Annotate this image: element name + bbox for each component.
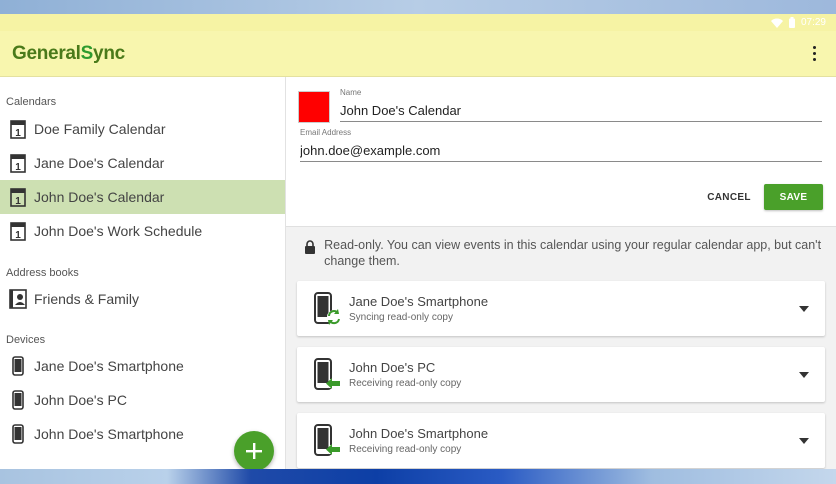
smartphone-icon <box>8 355 28 377</box>
sidebar-item-label: Friends & Family <box>34 291 140 307</box>
sidebar-item-john-doe-work-schedule[interactable]: 1 John Doe's Work Schedule <box>0 214 285 248</box>
status-time: 07:29 <box>800 17 826 28</box>
battery-icon <box>788 17 795 28</box>
lock-icon <box>304 237 316 269</box>
email-label: Email Address <box>300 128 352 137</box>
logo-text-s: S <box>80 42 94 64</box>
device-card-john-doe-pc[interactable]: John Doe's PC Receiving read-only copy <box>297 347 825 402</box>
desktop-wallpaper-top <box>0 0 836 14</box>
phone-sync-icon <box>313 291 341 326</box>
calendar-icon: 1 <box>8 220 28 242</box>
smartphone-icon <box>8 389 28 411</box>
name-field[interactable] <box>340 102 822 122</box>
phone-receive-icon <box>313 357 341 392</box>
detail-pane: Name Email Address CANCEL SAVE Read-only… <box>286 77 836 469</box>
sidebar-item-label: Doe Family Calendar <box>34 121 166 137</box>
svg-text:1: 1 <box>15 230 21 241</box>
app-toolbar: General S ync <box>0 31 836 77</box>
desktop-wallpaper-bottom <box>0 469 836 484</box>
wifi-icon <box>770 18 783 28</box>
chevron-down-icon[interactable] <box>797 305 811 312</box>
device-name: Jane Doe's Smartphone <box>349 294 489 309</box>
app-window: 07:29 General S ync Calendars 1 Doe Fami… <box>0 14 836 469</box>
logo-text-general: General <box>12 42 81 64</box>
phone-receive-icon <box>313 423 341 458</box>
svg-text:1: 1 <box>15 162 21 173</box>
logo-text-ync: ync <box>93 42 125 64</box>
section-title-address-books: Address books <box>6 267 79 279</box>
calendar-edit-card: Name Email Address CANCEL SAVE <box>286 77 836 227</box>
sidebar-item-label: Jane Doe's Calendar <box>34 155 165 171</box>
device-name: John Doe's Smartphone <box>349 426 489 441</box>
sidebar-item-label: Jane Doe's Smartphone <box>34 358 184 374</box>
calendar-icon: 1 <box>8 186 28 208</box>
sidebar-item-john-doe-calendar[interactable]: 1 John Doe's Calendar <box>0 180 285 214</box>
smartphone-icon <box>8 423 28 445</box>
sidebar-item-john-doe-pc[interactable]: John Doe's PC <box>0 383 285 417</box>
chevron-down-icon[interactable] <box>797 437 811 444</box>
device-status: Syncing read-only copy <box>349 312 453 323</box>
device-name: John Doe's PC <box>349 360 436 375</box>
calendar-icon: 1 <box>8 152 28 174</box>
plus-icon <box>246 443 262 459</box>
readonly-notice: Read-only. You can view events in this c… <box>304 237 824 269</box>
section-title-calendars: Calendars <box>6 96 57 108</box>
svg-text:1: 1 <box>15 196 21 207</box>
sidebar-item-label: John Doe's Work Schedule <box>34 223 203 239</box>
overflow-menu-icon[interactable] <box>806 42 822 66</box>
sidebar-item-label: John Doe's Smartphone <box>34 426 184 442</box>
status-bar: 07:29 <box>0 14 836 31</box>
cancel-button[interactable]: CANCEL <box>700 185 758 209</box>
sidebar-item-doe-family-calendar[interactable]: 1 Doe Family Calendar <box>0 112 285 146</box>
svg-text:1: 1 <box>15 128 21 139</box>
email-field[interactable] <box>300 142 822 162</box>
calendar-icon: 1 <box>8 118 28 140</box>
device-status: Receiving read-only copy <box>349 444 462 455</box>
app-logo: General S ync <box>12 43 125 65</box>
readonly-notice-text: Read-only. You can view events in this c… <box>324 238 822 268</box>
sidebar-item-label: John Doe's PC <box>34 392 127 408</box>
save-button[interactable]: SAVE <box>764 184 823 210</box>
sidebar-item-jane-doe-calendar[interactable]: 1 Jane Doe's Calendar <box>0 146 285 180</box>
sidebar-item-jane-doe-smartphone[interactable]: Jane Doe's Smartphone <box>0 349 285 383</box>
device-card-jane-doe-smartphone[interactable]: Jane Doe's Smartphone Syncing read-only … <box>297 281 825 336</box>
contacts-book-icon <box>8 288 28 310</box>
name-label: Name <box>340 88 362 97</box>
calendar-color-swatch[interactable] <box>298 91 330 123</box>
sidebar: Calendars 1 Doe Family Calendar 1 Jane D… <box>0 77 286 469</box>
sidebar-item-friends-family[interactable]: Friends & Family <box>0 282 285 316</box>
device-status: Receiving read-only copy <box>349 378 462 389</box>
chevron-down-icon[interactable] <box>797 371 811 378</box>
add-fab-button[interactable] <box>234 431 274 469</box>
sidebar-item-label: John Doe's Calendar <box>34 189 165 205</box>
device-card-john-doe-smartphone[interactable]: John Doe's Smartphone Receiving read-onl… <box>297 413 825 468</box>
section-title-devices: Devices <box>6 334 46 346</box>
